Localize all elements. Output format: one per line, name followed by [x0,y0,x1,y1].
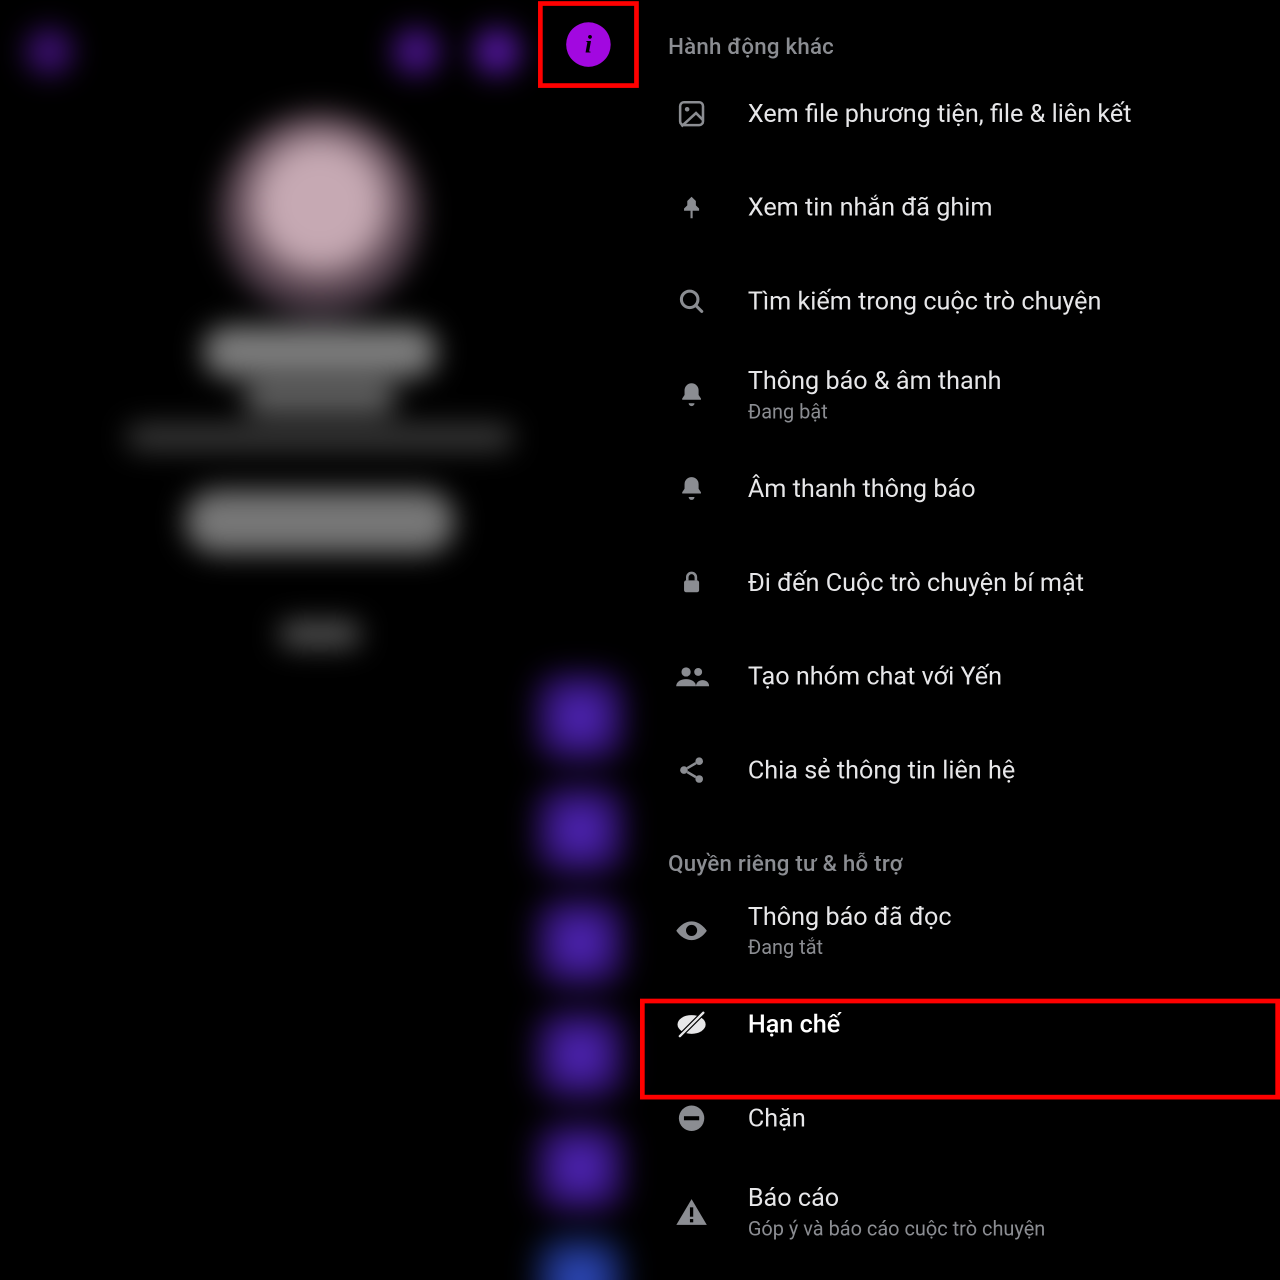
theme-bubble [535,784,626,875]
row-secret[interactable]: Đi đến Cuộc trò chuyện bí mật [640,536,1280,630]
row-media[interactable]: Xem file phương tiện, file & liên kết [640,67,1280,161]
theme-bubble [535,672,626,763]
row-create-group[interactable]: Tạo nhóm chat với Yến [640,629,1280,723]
row-label: Tìm kiếm trong cuộc trò chuyện [748,287,1102,316]
row-label: Thông báo đã đọc [748,902,952,931]
row-restrict[interactable]: Hạn chế [640,978,1280,1072]
row-label: Hạn chế [748,1010,840,1039]
theme-bubble [535,1009,626,1100]
bell-icon [668,380,715,410]
row-share-contact[interactable]: Chia sẻ thông tin liên hệ [640,723,1280,817]
row-sublabel: Góp ý và báo cáo cuộc trò chuyện [748,1217,1045,1240]
section-actions-header: Hành động khác [640,33,1280,60]
row-block[interactable]: Chặn [640,1071,1280,1165]
row-label: Xem tin nhắn đã ghim [748,193,993,222]
row-sublabel: Đang tắt [748,936,952,959]
eye-icon [668,919,715,942]
pin-icon [668,192,715,222]
row-label: Tạo nhóm chat với Yến [748,662,1002,691]
theme-bubble [535,1122,626,1213]
row-label: Đi đến Cuộc trò chuyện bí mật [748,568,1084,597]
profile-status-blur [244,384,396,412]
warning-icon [668,1197,715,1227]
group-icon [668,663,715,689]
info-button[interactable]: i [566,22,611,67]
block-icon [668,1103,715,1133]
theme-bubble [535,897,626,988]
row-label: Chia sẻ thông tin liên hệ [748,755,1015,784]
row-read-receipts[interactable]: Thông báo đã đọc Đang tắt [640,884,1280,978]
back-icon [26,28,73,75]
profile-tiny-blur [279,621,361,647]
row-notifications[interactable]: Thông báo & âm thanh Đang bật [640,348,1280,442]
lock-icon [668,567,715,597]
row-label: Xem file phương tiện, file & liên kết [748,99,1132,128]
row-search[interactable]: Tìm kiếm trong cuộc trò chuyện [640,254,1280,348]
row-label: Âm thanh thông báo [748,474,976,503]
media-icon [668,98,715,128]
profile-name-blur [203,326,437,378]
bell-icon [668,474,715,504]
info-icon: i [585,29,592,59]
theme-bubble [535,1234,626,1280]
highlight-info-button: i [538,1,639,88]
profile-button-blur [185,490,455,553]
avatar [217,111,422,316]
row-sound[interactable]: Âm thanh thông báo [640,442,1280,536]
row-label: Báo cáo [748,1183,1045,1212]
restrict-icon [668,1010,715,1038]
share-icon [668,755,715,785]
row-report[interactable]: Báo cáo Góp ý và báo cáo cuộc trò chuyện [640,1165,1280,1259]
row-pinned[interactable]: Xem tin nhắn đã ghim [640,161,1280,255]
profile-line-blur [127,424,514,450]
row-sublabel: Đang bật [748,400,1002,423]
video-call-icon [474,28,521,75]
profile-panel-blurred [0,0,640,1280]
audio-call-icon [393,28,440,75]
section-privacy-header: Quyền riêng tư & hỗ trợ [640,850,1280,877]
search-icon [668,286,715,316]
row-label: Thông báo & âm thanh [748,366,1002,395]
row-label: Chặn [748,1104,806,1133]
